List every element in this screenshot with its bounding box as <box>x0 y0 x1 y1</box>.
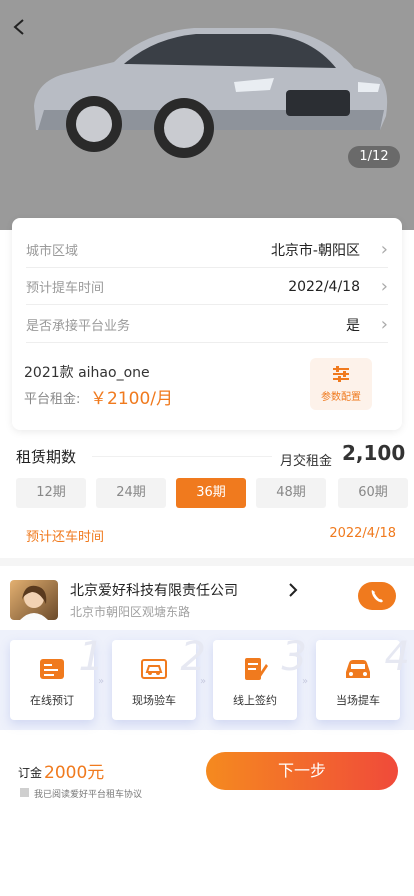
period-option-60[interactable]: 60期 <box>338 478 408 508</box>
chevron-right-icon <box>289 583 298 597</box>
config-button-label: 参数配置 <box>321 392 361 403</box>
city-value: 北京市-朝阳区 <box>270 242 360 259</box>
config-button[interactable]: 参数配置 <box>310 358 372 410</box>
chevron-left-icon <box>13 19 24 35</box>
rent-value: ￥2100/月 <box>90 389 173 409</box>
step-label: 线上签约 <box>233 694 277 707</box>
step-inspection: 2 现场验车 <box>112 634 206 720</box>
image-counter: 1/12 <box>348 146 400 168</box>
chevron-right-icon: › <box>380 239 388 260</box>
order-form-icon <box>10 654 94 684</box>
monthly-rent-value: 2,100 <box>342 441 406 465</box>
platform-business-value: 是 <box>346 317 360 334</box>
agreement-text[interactable]: 我已阅读爱好平台租车协议 <box>34 787 142 800</box>
period-options: 12期 24期 36期 48期 60期 <box>16 478 408 508</box>
step-pickup: 4 当场提车 <box>316 634 410 720</box>
return-time-label: 预计还车时间 <box>26 530 105 545</box>
car-image <box>34 28 388 158</box>
next-step-button[interactable]: 下一步 <box>206 752 398 790</box>
city-label: 城市区域 <box>26 244 79 259</box>
pickup-time-label: 预计提车时间 <box>26 281 105 296</box>
back-button[interactable] <box>12 14 40 42</box>
step-arrow: » <box>98 676 105 687</box>
step-sign-contract: 3 线上签约 <box>213 634 307 720</box>
return-time-value: 2022/4/18 <box>329 526 396 541</box>
section-divider <box>0 558 414 566</box>
car-pickup-icon <box>316 654 400 684</box>
step-arrow: » <box>302 676 309 687</box>
rent-label: 平台租金: <box>24 392 81 407</box>
car-image-carousel[interactable]: 1/12 <box>0 0 414 230</box>
company-detail-chevron[interactable] <box>288 582 298 601</box>
company-avatar <box>10 580 58 620</box>
call-button[interactable] <box>358 582 396 610</box>
deposit-value: 2000元 <box>44 763 105 783</box>
phone-icon <box>371 590 383 603</box>
divider <box>92 456 272 457</box>
pickup-time-row[interactable]: 预计提车时间 2022/4/18 › <box>26 269 388 305</box>
step-online-order: 1 在线预订 <box>10 634 104 720</box>
agreement-checkbox[interactable] <box>20 788 29 797</box>
period-option-24[interactable]: 24期 <box>96 478 166 508</box>
step-label: 在线预订 <box>30 694 74 707</box>
period-option-36[interactable]: 36期 <box>176 478 246 508</box>
sign-contract-icon <box>213 654 297 684</box>
step-label: 当场提车 <box>336 694 380 707</box>
chevron-right-icon: › <box>380 314 388 335</box>
car-model: 2021款 aihao_one <box>24 365 150 381</box>
car-inspection-icon <box>112 654 196 684</box>
chevron-right-icon: › <box>380 276 388 297</box>
period-option-48[interactable]: 48期 <box>256 478 326 508</box>
sliders-icon <box>310 364 372 386</box>
pickup-time-value: 2022/4/18 <box>288 278 360 295</box>
monthly-rent-label: 月交租金 <box>280 454 333 469</box>
platform-business-label: 是否承接平台业务 <box>26 319 131 334</box>
deposit-label: 订金 <box>18 766 43 780</box>
period-option-12[interactable]: 12期 <box>16 478 86 508</box>
company-name: 北京爱好科技有限责任公司 <box>70 583 238 599</box>
city-row[interactable]: 城市区域 北京市-朝阳区 › <box>26 232 388 268</box>
company-address: 北京市朝阳区观塘东路 <box>70 605 191 619</box>
step-label: 现场验车 <box>132 694 176 707</box>
step-arrow: » <box>200 676 207 687</box>
car-info-card: 城市区域 北京市-朝阳区 › 预计提车时间 2022/4/18 › 是否承接平台… <box>12 218 402 430</box>
platform-business-row[interactable]: 是否承接平台业务 是 › <box>26 307 388 343</box>
lease-title: 租赁期数 <box>16 448 77 466</box>
